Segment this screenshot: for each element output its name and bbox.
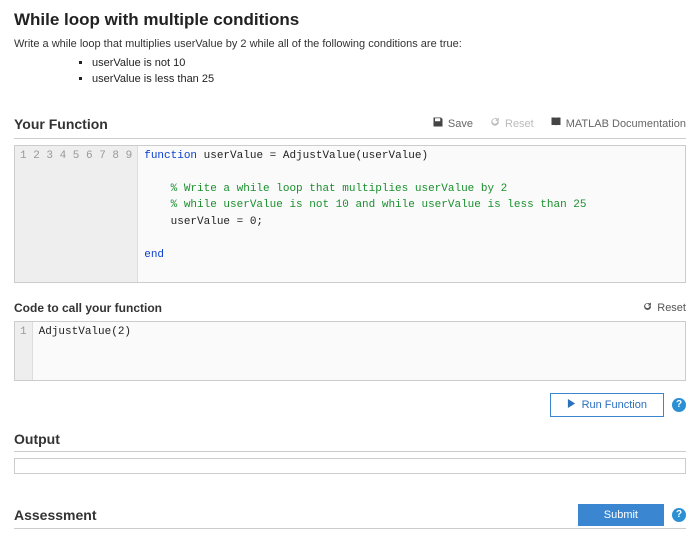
problem-prompt: Write a while loop that multiplies userV… [14, 38, 686, 50]
run-function-button[interactable]: Run Function [550, 393, 664, 417]
condition-list: userValue is not 10 userValue is less th… [92, 56, 686, 88]
help-icon[interactable]: ? [672, 398, 686, 412]
editor-code[interactable]: function userValue = AdjustValue(userVal… [138, 146, 685, 282]
editor-toolbar: Save Reset MATLAB Documentation [432, 116, 686, 131]
matlab-doc-link[interactable]: MATLAB Documentation [550, 116, 686, 131]
run-label: Run Function [582, 399, 647, 411]
call-reset-label: Reset [657, 302, 686, 314]
editor-gutter: 1 2 3 4 5 6 7 8 9 [15, 146, 138, 282]
save-button[interactable]: Save [432, 116, 473, 131]
reset-icon [489, 116, 501, 131]
submit-button[interactable]: Submit [578, 504, 664, 526]
save-icon [432, 116, 444, 131]
assessment-heading: Assessment [14, 507, 97, 523]
function-editor[interactable]: 1 2 3 4 5 6 7 8 9 function userValue = A… [14, 145, 686, 283]
reset-button[interactable]: Reset [489, 116, 534, 131]
reset-icon [642, 301, 653, 315]
condition-item: userValue is less than 25 [92, 72, 686, 88]
play-icon [567, 399, 576, 411]
call-gutter: 1 [15, 322, 33, 380]
call-editor[interactable]: 1 AdjustValue(2) [14, 321, 686, 381]
your-function-heading: Your Function [14, 116, 108, 132]
output-box [14, 458, 686, 474]
save-label: Save [448, 118, 473, 130]
call-heading: Code to call your function [14, 301, 162, 315]
book-icon [550, 116, 562, 131]
condition-item: userValue is not 10 [92, 56, 686, 72]
call-code[interactable]: AdjustValue(2) [33, 322, 685, 380]
your-function-header: Your Function Save Reset MATLAB Document… [14, 116, 686, 139]
reset-label: Reset [505, 118, 534, 130]
page-title: While loop with multiple conditions [14, 10, 686, 30]
matlab-doc-label: MATLAB Documentation [566, 118, 686, 130]
call-reset-button[interactable]: Reset [642, 301, 686, 315]
output-heading: Output [14, 431, 686, 452]
help-icon[interactable]: ? [672, 508, 686, 522]
